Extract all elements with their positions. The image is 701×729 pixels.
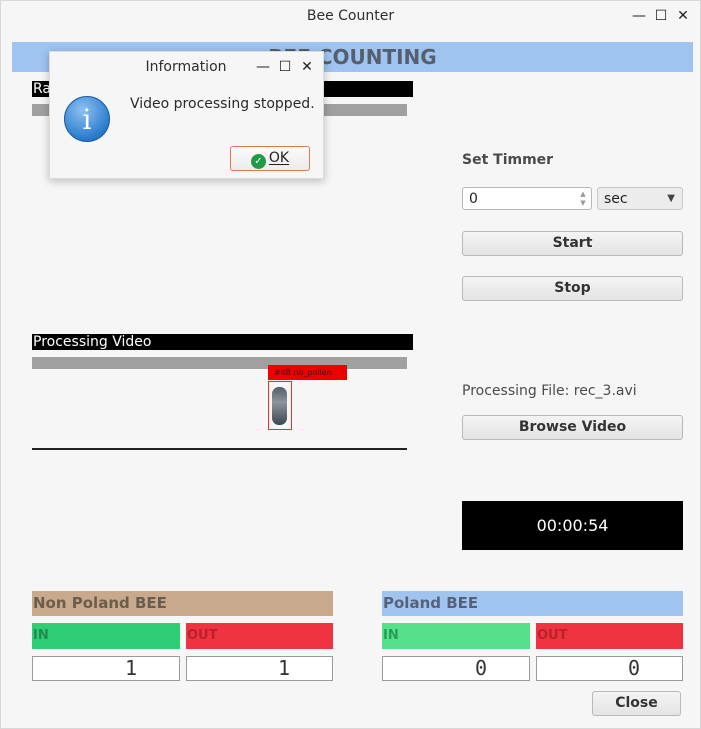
minimize-button[interactable]: —: [630, 7, 648, 25]
information-dialog: Information — ☐ ✕ i Video processing sto…: [49, 51, 324, 179]
ok-button[interactable]: ✓ OK: [230, 146, 310, 171]
poland-out-label: OUT: [536, 623, 683, 649]
video-baseline: [32, 448, 407, 450]
info-icon: i: [64, 96, 110, 142]
non-poland-in-label: IN: [32, 623, 180, 649]
browse-video-button[interactable]: Browse Video: [462, 415, 683, 440]
start-button[interactable]: Start: [462, 231, 683, 256]
dialog-minimize-button[interactable]: —: [254, 58, 272, 76]
dialog-message: Video processing stopped.: [130, 96, 315, 112]
timer-unit-value: sec: [604, 191, 628, 207]
poland-in-count: 0: [382, 656, 530, 681]
ok-label: OK: [268, 150, 290, 166]
detection-label: #48 no_pollen: [268, 365, 347, 380]
window-title: Bee Counter: [306, 8, 395, 24]
poland-out-count: 0: [536, 656, 683, 681]
set-timer-label: Set Timmer: [462, 152, 554, 168]
stop-button[interactable]: Stop: [462, 276, 683, 301]
chevron-down-icon: ▼: [667, 193, 675, 204]
non-poland-out-count: 1: [186, 656, 333, 681]
timer-value: 0: [469, 191, 478, 207]
check-icon: ✓: [250, 154, 266, 169]
non-poland-out-label: OUT: [186, 623, 333, 649]
bee-image: [272, 387, 287, 425]
timer-unit-select[interactable]: sec ▼: [597, 187, 683, 210]
non-poland-in-count: 1: [32, 656, 180, 681]
non-poland-bee-header: Non Poland BEE: [32, 591, 333, 616]
spin-arrows-icon[interactable]: ▲ ▼: [577, 190, 589, 208]
elapsed-time-display: 00:00:54: [462, 501, 683, 550]
dialog-maximize-button[interactable]: ☐: [276, 58, 294, 76]
poland-bee-header: Poland BEE: [382, 591, 683, 616]
close-button[interactable]: Close: [592, 691, 681, 716]
close-window-button[interactable]: ✕: [674, 7, 692, 25]
processing-file-label: Processing File: rec_3.avi: [462, 383, 637, 399]
main-window: Bee Counter — ☐ ✕ BEE COUNTING Raw Video…: [0, 0, 701, 729]
timer-spinbox[interactable]: 0 ▲ ▼: [462, 187, 592, 210]
title-bar: Bee Counter — ☐ ✕: [1, 1, 700, 31]
poland-in-label: IN: [382, 623, 530, 649]
maximize-button[interactable]: ☐: [652, 7, 670, 25]
processing-video-progress: [32, 357, 407, 369]
dialog-close-button[interactable]: ✕: [298, 58, 316, 76]
processing-video-label: Processing Video: [32, 334, 413, 350]
